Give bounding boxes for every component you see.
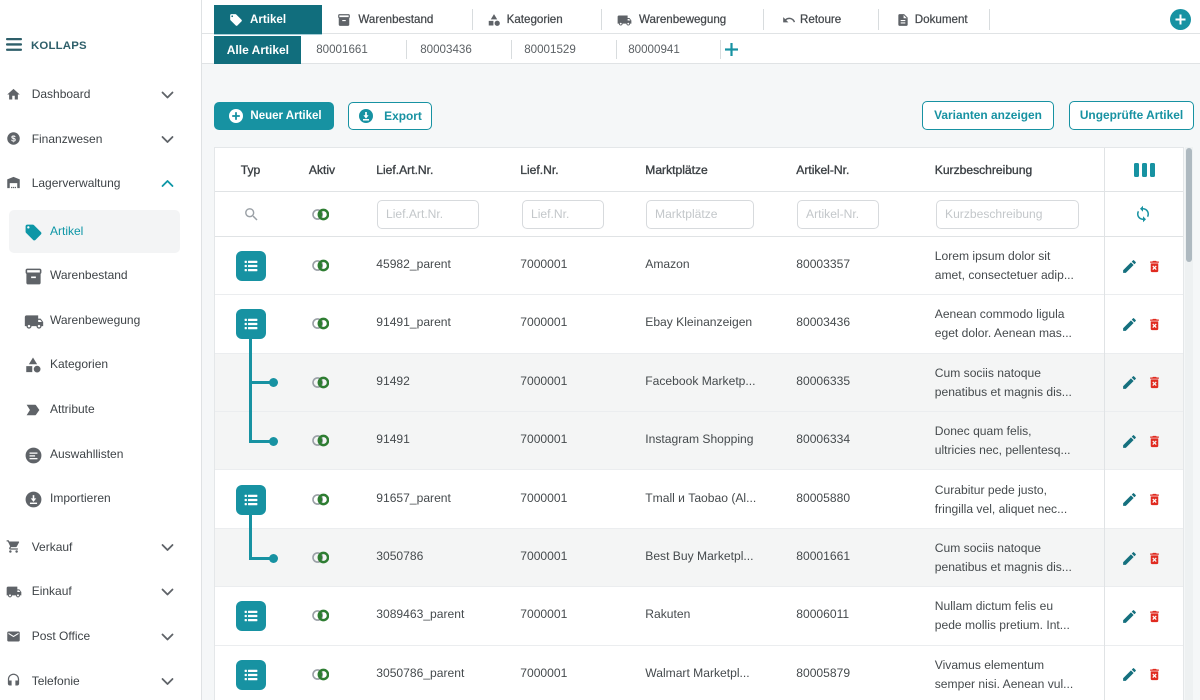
svg-text:$: $ — [11, 134, 16, 144]
